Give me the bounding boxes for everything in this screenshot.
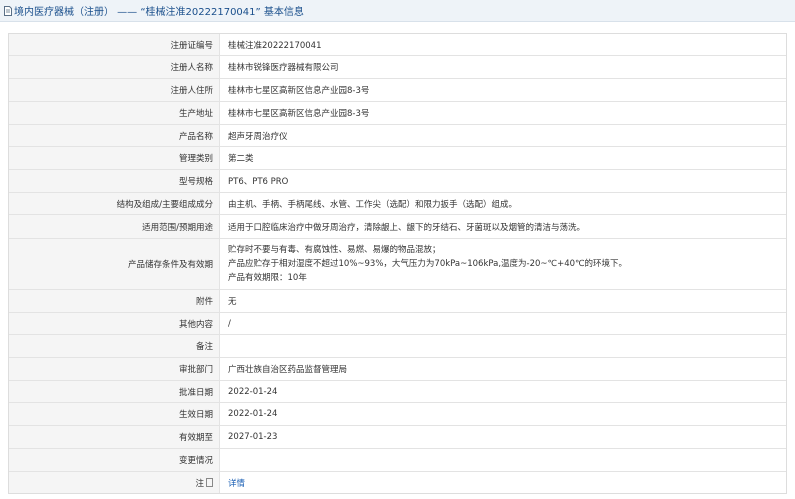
row-value: 广西壮族自治区药品监督管理局 [228, 365, 348, 375]
row-value [220, 449, 786, 471]
row-value: 无 [228, 297, 237, 307]
storage-line: 产品应贮存于相对湿度不超过10%~93%，大气压力为70kPa~106kPa,温… [228, 259, 628, 269]
table-row-model-spec: 型号规格 PT6、PT6 PRO [9, 170, 786, 193]
row-label: 批准日期 [9, 381, 220, 402]
row-label: 有效期至 [9, 426, 220, 448]
table-row-management-category: 管理类别 第二类 [9, 147, 786, 170]
row-label: 管理类别 [9, 147, 220, 169]
page-header: 境内医疗器械（注册） —— “桂械注准20222170041” 基本信息 [0, 0, 795, 22]
table-row-change-status: 变更情况 [9, 449, 786, 472]
table-row-valid-until: 有效期至 2027-01-23 [9, 426, 786, 449]
storage-line: 产品有效期限：10年 [228, 273, 307, 283]
document-icon [4, 5, 12, 16]
details-link[interactable]: 详情 [228, 477, 245, 489]
row-label: 其他内容 [9, 313, 220, 334]
row-label: 注册人名称 [9, 56, 220, 78]
table-row-structure-composition: 结构及组成/主要组成成分 由主机、手柄、手柄尾线、水管、工作尖（选配）和限力扳手… [9, 193, 786, 215]
row-label: 变更情况 [9, 449, 220, 471]
row-label: 产品名称 [9, 125, 220, 146]
table-row-approval-date: 批准日期 2022-01-24 [9, 381, 786, 403]
row-value: 2022-01-24 [228, 409, 278, 419]
row-value: 桂械注准20222170041 [228, 40, 322, 51]
row-label: 注册证编号 [9, 34, 220, 55]
note-marker-icon [206, 478, 213, 487]
row-label: 生效日期 [9, 403, 220, 425]
row-value: 超声牙周治疗仪 [228, 131, 288, 142]
row-value: 桂林市七星区高新区信息产业园8-3号 [228, 109, 370, 119]
row-value: 由主机、手柄、手柄尾线、水管、工作尖（选配）和限力扳手（选配）组成。 [228, 199, 518, 210]
row-value: 2027-01-23 [228, 432, 278, 442]
row-label: 附件 [9, 290, 220, 312]
row-value [220, 335, 786, 357]
row-value: 桂林市七星区高新区信息产业园8-3号 [228, 86, 370, 96]
page-title: 境内医疗器械（注册） —— “桂械注准20222170041” 基本信息 [14, 7, 304, 18]
table-row-registration-number: 注册证编号 桂械注准20222170041 [9, 34, 786, 56]
table-row-approval-department: 审批部门 广西壮族自治区药品监督管理局 [9, 358, 786, 381]
row-label: 审批部门 [9, 358, 220, 380]
row-label: 型号规格 [9, 170, 220, 192]
table-row-registrant-name: 注册人名称 桂林市锐锋医疗器械有限公司 [9, 56, 786, 79]
row-value: 第二类 [228, 154, 254, 164]
note-label: 注 [195, 478, 204, 489]
row-label: 结构及组成/主要组成成分 [9, 193, 220, 214]
row-value: 桂林市锐锋医疗器械有限公司 [228, 63, 339, 73]
row-label: 产品储存条件及有效期 [9, 239, 220, 289]
row-value: 2022-01-24 [228, 386, 278, 397]
table-row-registrant-address: 注册人住所 桂林市七星区高新区信息产业园8-3号 [9, 79, 786, 102]
row-label: 注 [9, 472, 220, 493]
table-row-effective-date: 生效日期 2022-01-24 [9, 403, 786, 426]
table-row-product-name: 产品名称 超声牙周治疗仪 [9, 125, 786, 147]
row-value: 适用于口腔临床治疗中做牙周治疗，清除龈上、龈下的牙结石、牙菌斑以及烟管的清洁与荡… [228, 222, 586, 233]
table-row-other-content: 其他内容 / [9, 313, 786, 335]
info-table: 注册证编号 桂械注准20222170041 注册人名称 桂林市锐锋医疗器械有限公… [8, 33, 787, 494]
table-row-intended-use: 适用范围/预期用途 适用于口腔临床治疗中做牙周治疗，清除龈上、龈下的牙结石、牙菌… [9, 215, 786, 239]
row-label: 生产地址 [9, 102, 220, 124]
row-value: PT6、PT6 PRO [228, 177, 289, 187]
table-row-note: 注 详情 [9, 472, 786, 493]
row-value: 详情 [220, 472, 786, 493]
storage-line: 贮存时不要与有毒、有腐蚀性、易燃、易爆的物品混放； [228, 245, 441, 255]
table-row-attachment: 附件 无 [9, 290, 786, 313]
row-label: 适用范围/预期用途 [9, 215, 220, 238]
row-value: / [228, 318, 231, 329]
table-row-production-address: 生产地址 桂林市七星区高新区信息产业园8-3号 [9, 102, 786, 125]
row-value: 贮存时不要与有毒、有腐蚀性、易燃、易爆的物品混放； 产品应贮存于相对湿度不超过1… [220, 239, 786, 289]
row-label: 备注 [9, 335, 220, 357]
table-row-remarks: 备注 [9, 335, 786, 358]
row-label: 注册人住所 [9, 79, 220, 101]
table-row-storage-validity: 产品储存条件及有效期 贮存时不要与有毒、有腐蚀性、易燃、易爆的物品混放； 产品应… [9, 239, 786, 290]
